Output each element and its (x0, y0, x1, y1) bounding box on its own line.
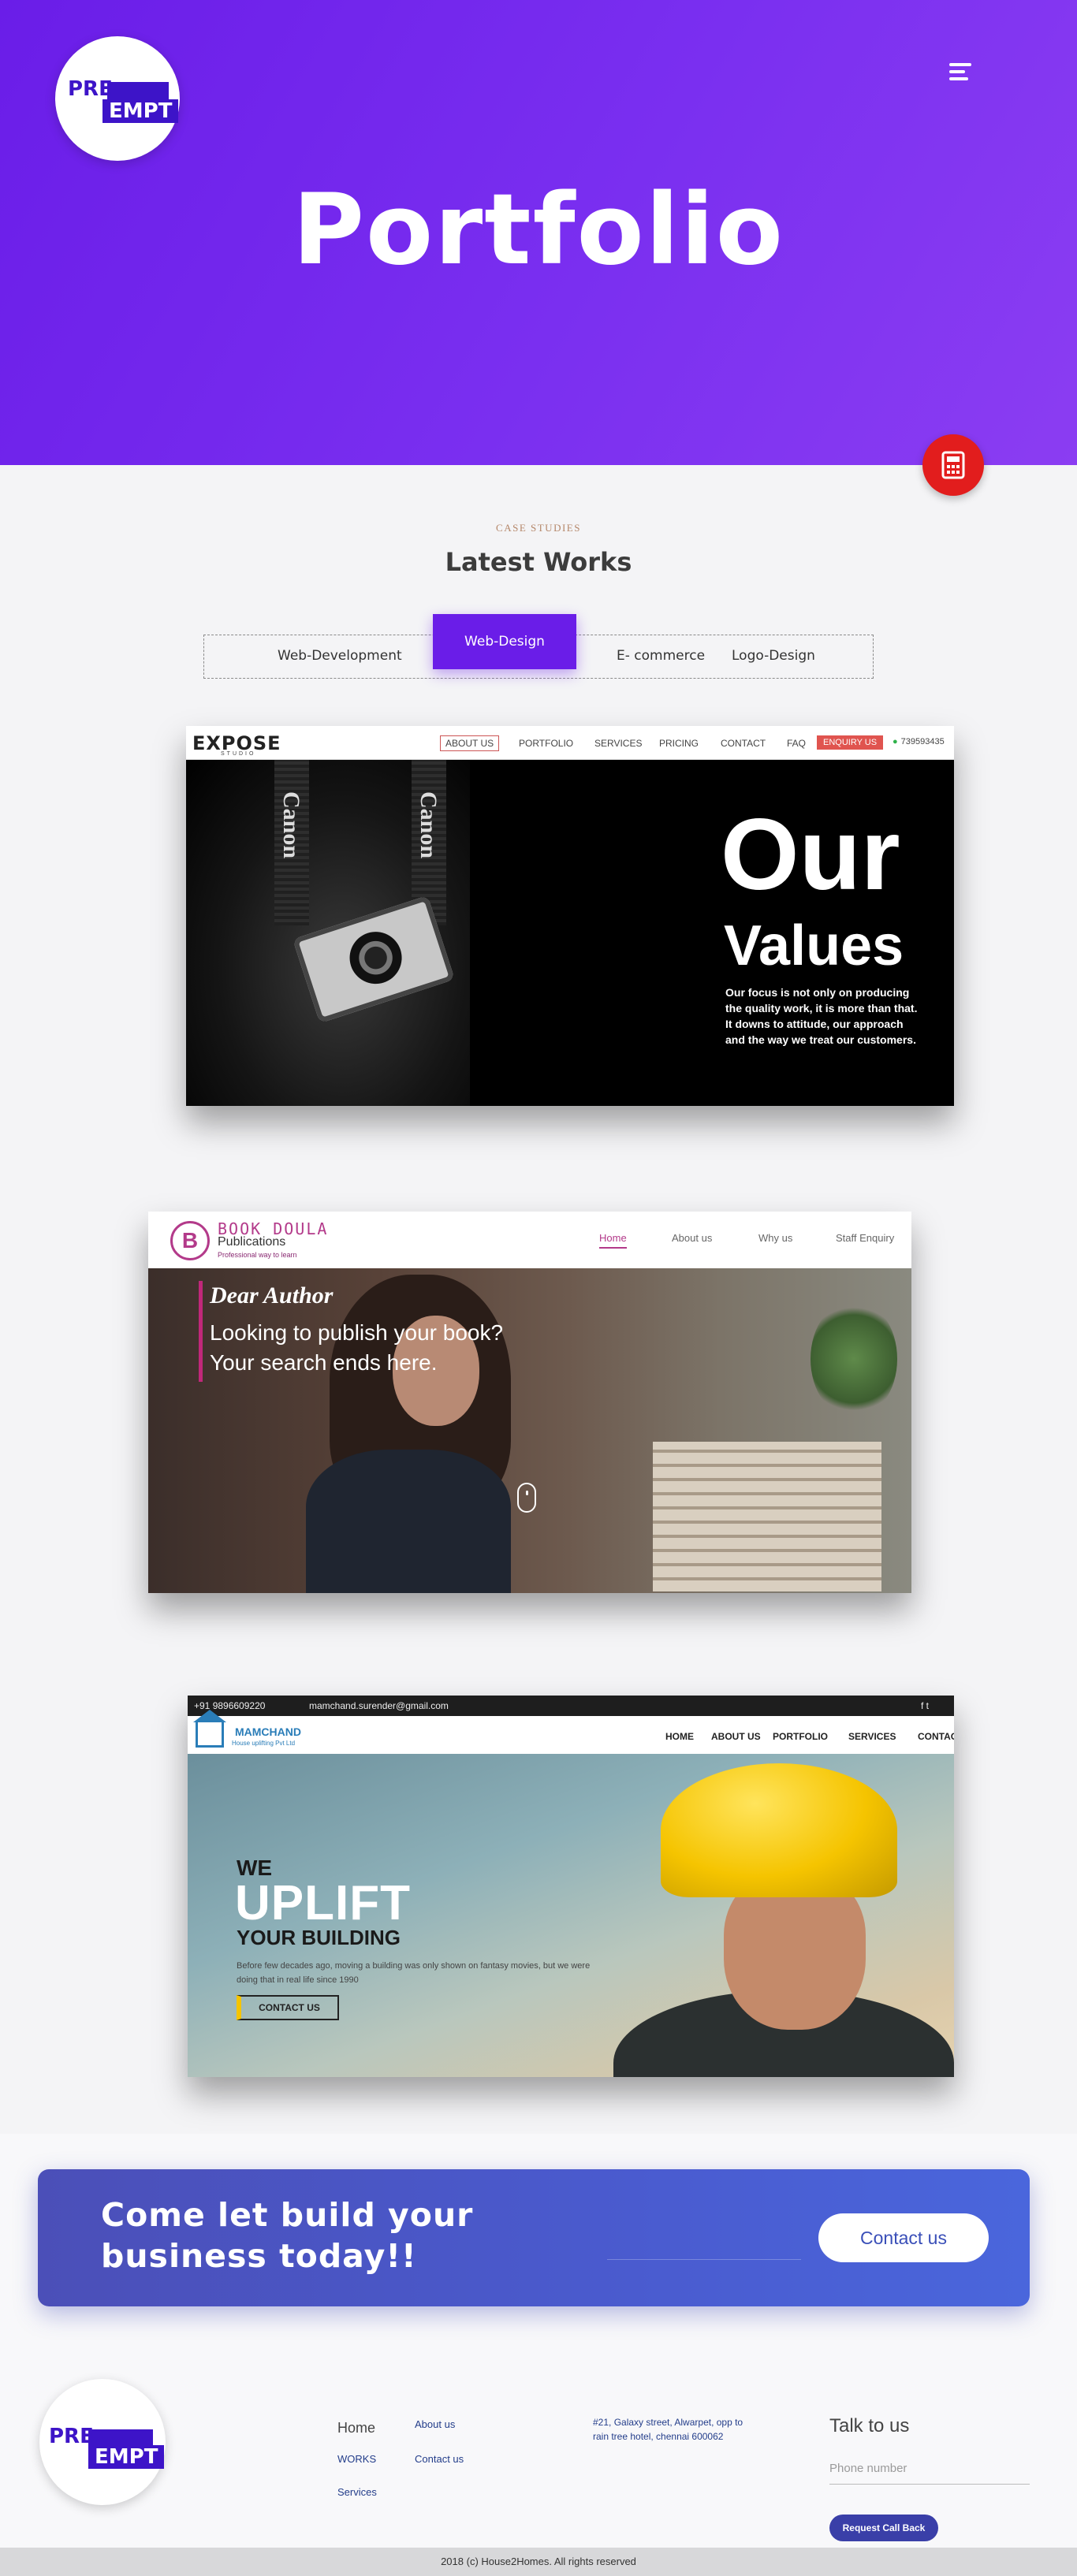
page: PRE EMPT Portfolio CASE STUDIES Latest W… (0, 0, 1077, 2576)
nav-item: PRICING (659, 738, 699, 749)
footer-link-home[interactable]: Home (337, 2420, 375, 2436)
social-icons: f t (921, 1700, 930, 1711)
hero-line-1: Looking to publish your book? (210, 1320, 504, 1345)
accent-bar (199, 1281, 203, 1382)
phone-number-input[interactable] (829, 2453, 1030, 2485)
headline-2: Values (724, 914, 904, 977)
nav-item: HOME (665, 1731, 694, 1742)
enquiry-button: ENQUIRY US (817, 735, 884, 750)
logo-bar (107, 82, 169, 99)
logo-bar (88, 2429, 153, 2445)
top-bar: +91 9896609220 mamchand.surender@gmail.c… (188, 1696, 954, 1716)
headline-1: Our (721, 798, 900, 911)
filter-logo-design[interactable]: Logo-Design (732, 648, 815, 664)
site-logo-sub: House uplifting Pvt Ltd (232, 1740, 296, 1747)
nav-item: ABOUT US (711, 1731, 761, 1742)
filter-web-design[interactable]: Web-Design (433, 614, 576, 669)
nav-item: Home (599, 1232, 627, 1249)
hero-description: Our focus is not only on producing the q… (725, 986, 918, 1046)
footer-link-contact[interactable]: Contact us (415, 2453, 464, 2465)
nav-item: Why us (758, 1232, 793, 1244)
mail-icon: mamchand.surender@gmail.com (309, 1700, 449, 1711)
filter-e-commerce[interactable]: E- commerce (617, 648, 705, 664)
section-eyebrow: CASE STUDIES (496, 522, 581, 534)
talk-heading: Talk to us (829, 2415, 910, 2436)
section-title: Latest Works (445, 547, 632, 577)
nav-item: PORTFOLIO (519, 738, 574, 749)
site-nav: MAMCHAND House uplifting Pvt Ltd HOME AB… (188, 1710, 954, 1754)
nav-item: CONTACT (721, 738, 766, 749)
nav-item: SERVICES (594, 738, 643, 749)
logo-text-bottom: EMPT (88, 2445, 165, 2469)
whatsapp-icon: 739593435 (893, 737, 945, 746)
site-logo-sub: STUDIO (221, 751, 256, 757)
cta-heading-line-1: Come let build your (101, 2196, 474, 2234)
portfolio-item-book-doula[interactable]: B BOOK DOULA Publications Professional w… (148, 1212, 911, 1593)
contact-us-button: CONTACT US (237, 1995, 339, 2020)
footer-logo[interactable]: PRE EMPT (39, 2379, 166, 2505)
house-icon (193, 1710, 226, 1748)
nav-item: PORTFOLIO (773, 1731, 828, 1742)
hero-your-building: YOUR BUILDING (237, 1926, 401, 1949)
request-call-back-button[interactable]: Request Call Back (829, 2515, 938, 2541)
page-title: Portfolio (293, 173, 784, 287)
cta-heading-line-2: business today!! (101, 2237, 417, 2275)
logo[interactable]: PRE EMPT (55, 36, 180, 161)
footer-address: #21, Galaxy street, Alwarpet, opp to rai… (593, 2417, 743, 2442)
calculator-icon[interactable] (922, 434, 984, 496)
footer-link-services[interactable]: Services (337, 2486, 377, 2498)
logo-text-top: PRE (49, 2425, 94, 2448)
contact-us-button[interactable]: Contact us (818, 2213, 989, 2262)
footer-link-about[interactable]: About us (415, 2418, 455, 2430)
nav-item: SERVICES (848, 1731, 896, 1742)
author-photo (148, 1268, 911, 1593)
site-logo: MAMCHAND (235, 1725, 301, 1738)
copyright: 2018 (c) House2Homes. All rights reserve… (0, 2548, 1077, 2576)
footer-link-works[interactable]: WORKS (337, 2453, 376, 2465)
filter-web-development[interactable]: Web-Development (278, 648, 402, 664)
logo-text-bottom: EMPT (102, 99, 179, 123)
hero-uplift: UPLIFT (235, 1876, 411, 1930)
hero-banner: PRE EMPT Portfolio (0, 0, 1077, 465)
site-logo-sub: Publications (218, 1235, 286, 1249)
greeting: Dear Author (210, 1282, 334, 1308)
hero-line-2: Your search ends here. (210, 1350, 438, 1375)
nav-item: FAQ (787, 738, 807, 749)
camera-strap-left: Canon (274, 760, 309, 925)
site-nav: EXPOSE STUDIO ABOUT US PORTFOLIO SERVICE… (186, 726, 954, 760)
nav-item: ABOUT US (440, 735, 500, 751)
portfolio-item-mamchand[interactable]: +91 9896609220 mamchand.surender@gmail.c… (188, 1696, 954, 2077)
nav-item: CONTAC (918, 1731, 954, 1742)
site-tagline: Professional way to learn (218, 1251, 297, 1259)
logo-text-top: PRE (68, 77, 113, 101)
mouse-scroll-icon (517, 1483, 536, 1513)
divider (607, 2259, 801, 2260)
nav-item: Staff Enquiry (836, 1232, 895, 1244)
site-nav: B BOOK DOULA Publications Professional w… (148, 1212, 911, 1268)
hero-paragraph: Before few decades ago, moving a buildin… (237, 1961, 591, 1985)
nav-item: About us (672, 1232, 713, 1244)
menu-icon[interactable] (949, 63, 971, 80)
portfolio-item-expose[interactable]: Canon Canon EXPOSE STUDIO ABOUT US PORTF… (186, 726, 954, 1106)
site-logo-mark: B (170, 1221, 210, 1260)
